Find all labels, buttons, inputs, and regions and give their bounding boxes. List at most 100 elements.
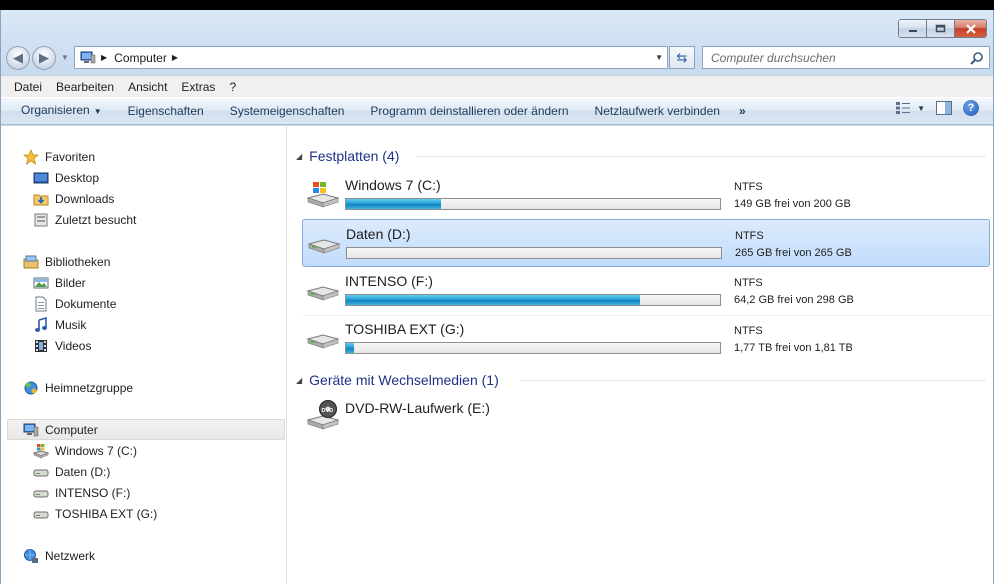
minimize-button[interactable] (899, 20, 927, 37)
drive-item-dvd[interactable]: DVD DVD-RW-Laufwerk (E:) (302, 394, 990, 438)
star-icon (23, 148, 39, 165)
breadcrumb-computer[interactable]: Computer (114, 51, 167, 65)
nav-drive-f[interactable]: INTENSO (F:) (33, 482, 130, 503)
menu-help[interactable]: ? (222, 77, 243, 97)
menu-view[interactable]: Ansicht (121, 77, 174, 97)
free-space-label: 149 GB frei von 200 GB (734, 198, 851, 210)
system-properties-button[interactable]: Systemeigenschaften (217, 98, 358, 124)
nav-desktop-label: Desktop (55, 170, 100, 185)
collapse-triangle-icon[interactable]: ◢ (296, 376, 302, 385)
refresh-button[interactable]: ⇆ (669, 46, 695, 69)
maximize-button[interactable] (927, 20, 955, 37)
recent-pages-dropdown[interactable]: ▼ (61, 53, 69, 62)
nav-recent-places-label: Zuletzt besucht (55, 212, 137, 227)
nav-documents[interactable]: Dokumente (33, 293, 116, 314)
nav-pictures[interactable]: Bilder (33, 272, 86, 293)
organize-button[interactable]: Organisieren ▼ (8, 97, 115, 125)
nav-homegroup[interactable]: Heimnetzgruppe (23, 377, 133, 398)
explorer-window: ◀ ▶ ▼ ▶ Computer ▶ ▼ ⇆ Datei Bearb (0, 10, 994, 584)
command-bar: Organisieren ▼ Eigenschaften Systemeigens… (1, 97, 993, 125)
nav-downloads[interactable]: Downloads (33, 188, 114, 209)
file-system-label: NTFS (734, 277, 763, 289)
usage-bar (346, 247, 722, 259)
minimize-icon (908, 29, 917, 32)
group-header-removable-label: Geräte mit Wechselmedien (1) (309, 372, 499, 388)
usage-fill (346, 295, 640, 305)
map-network-drive-button[interactable]: Netzlaufwerk verbinden (582, 98, 733, 124)
svg-text:DVD: DVD (322, 408, 334, 414)
drive-item-g[interactable]: TOSHIBA EXT (G:) NTFS 1,77 TB frei von 1… (302, 315, 990, 363)
address-row: ◀ ▶ ▼ ▶ Computer ▶ ▼ ⇆ (1, 44, 993, 70)
nav-drive-f-label: INTENSO (F:) (55, 485, 131, 500)
nav-computer[interactable]: Computer (7, 419, 285, 440)
menu-edit[interactable]: Bearbeiten (49, 77, 121, 97)
forward-button[interactable]: ▶ (32, 46, 56, 70)
address-dropdown-icon[interactable]: ▼ (655, 53, 663, 62)
help-icon[interactable]: ? (963, 100, 979, 116)
breadcrumb-arrow-icon[interactable]: ▶ (172, 53, 178, 62)
windows-drive-icon (306, 182, 340, 208)
downloads-folder-icon (33, 191, 49, 207)
usage-bar (345, 198, 721, 210)
drive-name: Windows 7 (C:) (345, 177, 441, 193)
nav-network[interactable]: Netzwerk (23, 545, 95, 566)
uninstall-program-button[interactable]: Programm deinstallieren oder ändern (357, 98, 581, 124)
close-button[interactable] (955, 20, 986, 37)
drive-item-d[interactable]: Daten (D:) NTFS 265 GB frei von 265 GB (302, 219, 990, 267)
hard-drive-icon (306, 334, 340, 349)
nav-drive-g[interactable]: TOSHIBA EXT (G:) (33, 503, 157, 524)
hard-drive-icon (33, 485, 49, 501)
preview-pane-icon[interactable] (935, 100, 953, 116)
nav-libraries-label: Bibliotheken (45, 254, 111, 269)
breadcrumb-arrow-icon[interactable]: ▶ (101, 53, 107, 62)
view-controls: ▼ ? (895, 100, 979, 116)
nav-documents-label: Dokumente (55, 296, 117, 311)
hard-drive-icon (33, 464, 49, 480)
collapse-triangle-icon[interactable]: ◢ (296, 152, 302, 161)
file-system-label: NTFS (735, 230, 764, 242)
music-icon (33, 316, 49, 333)
nav-libraries[interactable]: Bibliotheken (23, 251, 110, 272)
dvd-drive-icon: DVD (306, 400, 340, 430)
computer-icon (23, 422, 39, 438)
desktop-icon (33, 170, 49, 186)
nav-network-label: Netzwerk (45, 548, 96, 563)
refresh-icon: ⇆ (676, 49, 688, 65)
view-list-icon (896, 102, 911, 114)
usage-bar (345, 342, 721, 354)
menu-tools[interactable]: Extras (174, 77, 222, 97)
organize-label: Organisieren (21, 103, 90, 117)
hard-drive-icon (307, 239, 341, 254)
videos-icon (33, 338, 49, 354)
nav-music[interactable]: Musik (33, 314, 86, 335)
usage-bar (345, 294, 721, 306)
search-icon[interactable] (970, 51, 984, 65)
arrow-right-icon: ▶ (39, 50, 49, 65)
address-bar[interactable]: ▶ Computer ▶ ▼ (74, 46, 668, 69)
group-header-hard-drives-label: Festplatten (4) (309, 148, 400, 164)
nav-drive-d[interactable]: Daten (D:) (33, 461, 110, 482)
group-header-hard-drives[interactable]: ◢ Festplatten (4) (296, 146, 986, 166)
back-button[interactable]: ◀ (6, 46, 30, 70)
search-input[interactable] (711, 50, 961, 65)
drive-item-c[interactable]: Windows 7 (C:) NTFS 149 GB frei von 200 … (302, 171, 990, 219)
nav-music-label: Musik (55, 317, 87, 332)
menu-file[interactable]: Datei (7, 77, 49, 97)
change-view-button[interactable]: ▼ (895, 101, 925, 115)
file-system-label: NTFS (734, 325, 763, 337)
nav-drive-c[interactable]: Windows 7 (C:) (33, 440, 137, 461)
drive-name: Daten (D:) (346, 226, 411, 242)
free-space-label: 1,77 TB frei von 1,81 TB (734, 342, 853, 354)
drive-item-f[interactable]: INTENSO (F:) NTFS 64,2 GB frei von 298 G… (302, 267, 990, 315)
nav-desktop[interactable]: Desktop (33, 167, 99, 188)
drive-name: TOSHIBA EXT (G:) (345, 321, 465, 337)
nav-videos[interactable]: Videos (33, 335, 91, 356)
nav-recent-places[interactable]: Zuletzt besucht (33, 209, 136, 230)
properties-button[interactable]: Eigenschaften (115, 98, 217, 124)
group-header-removable[interactable]: ◢ Geräte mit Wechselmedien (1) (296, 370, 986, 390)
more-commands-button[interactable]: » (733, 104, 752, 118)
recent-places-icon (33, 212, 49, 228)
hard-drive-icon (306, 286, 340, 301)
nav-favorites[interactable]: Favoriten (23, 146, 95, 167)
nav-downloads-label: Downloads (55, 191, 115, 206)
